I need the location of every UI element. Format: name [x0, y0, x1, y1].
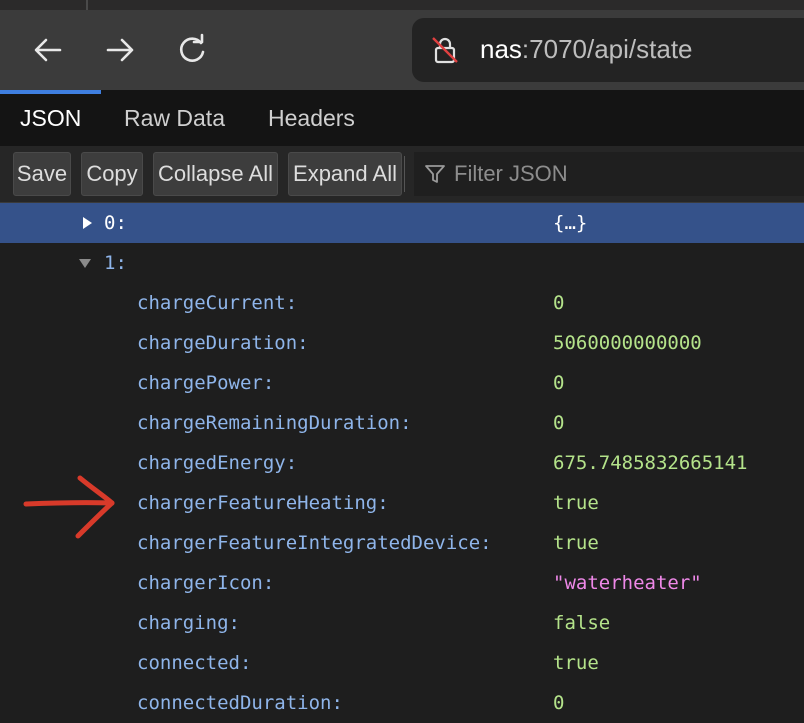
json-tree: 0: {…} 1: chargeCurrent: 0 chargeDuratio… — [0, 203, 804, 714]
tree-value: true — [553, 532, 599, 554]
tab-headers[interactable]: Headers — [248, 90, 375, 146]
expand-arrow-icon[interactable] — [80, 216, 94, 230]
copy-button[interactable]: Copy — [81, 152, 143, 196]
tree-key: chargedEnergy: — [137, 452, 298, 474]
tree-value: 0 — [553, 372, 565, 394]
filter-funnel-icon — [425, 165, 445, 183]
expand-all-button[interactable]: Expand All — [288, 152, 402, 196]
url-text: nas:7070/api/state — [480, 34, 693, 65]
tree-row[interactable]: charging: false — [0, 603, 804, 643]
tree-key: chargerFeatureIntegratedDevice: — [137, 532, 492, 554]
tree-value: false — [553, 612, 611, 634]
annotation-arrow-icon — [23, 475, 115, 539]
tree-key: chargerFeatureHeating: — [137, 492, 389, 514]
tree-key: chargeRemainingDuration: — [137, 412, 412, 434]
tree-key: chargeCurrent: — [137, 292, 298, 314]
tree-value: 0 — [553, 412, 565, 434]
tree-key: chargePower: — [137, 372, 275, 394]
tree-row[interactable]: connectedDuration: 0 — [0, 683, 804, 723]
tree-key: chargerIcon: — [137, 572, 275, 594]
tree-row[interactable]: chargeCurrent: 0 — [0, 283, 804, 323]
tab-json[interactable]: JSON — [0, 90, 101, 146]
tab-strip — [0, 0, 804, 10]
back-button[interactable] — [30, 32, 66, 68]
tree-row[interactable]: chargerFeatureIntegratedDevice: true — [0, 523, 804, 563]
tree-row[interactable]: chargerFeatureHeating: true — [0, 483, 804, 523]
back-arrow-icon — [34, 38, 62, 62]
tree-row-0[interactable]: 0: {…} — [0, 203, 804, 243]
address-bar[interactable]: nas:7070/api/state — [412, 18, 804, 82]
tree-value: 0 — [553, 692, 565, 714]
save-button[interactable]: Save — [13, 152, 71, 196]
tree-value: 5060000000000 — [553, 332, 702, 354]
url-path: :7070/api/state — [521, 34, 693, 64]
tree-key: 1: — [104, 252, 127, 274]
navigation-bar: nas:7070/api/state — [0, 10, 804, 90]
tree-row[interactable]: connected: true — [0, 643, 804, 683]
reload-icon — [179, 33, 205, 62]
forward-button[interactable] — [102, 32, 138, 68]
collapse-arrow-icon[interactable] — [78, 256, 92, 270]
tree-value: true — [553, 652, 599, 674]
tab-raw-data[interactable]: Raw Data — [104, 90, 245, 146]
filter-json-input[interactable]: Filter JSON — [414, 152, 804, 196]
tree-key: chargeDuration: — [137, 332, 309, 354]
tree-value: 675.7485832665141 — [553, 452, 748, 474]
tree-key: 0: — [104, 212, 127, 234]
json-toolbar: Save Copy Collapse All Expand All Filter… — [0, 146, 804, 203]
tree-row[interactable]: chargerIcon: "waterheater" — [0, 563, 804, 603]
reload-button[interactable] — [174, 32, 210, 68]
toolbar-separator — [404, 156, 405, 192]
tree-value: 0 — [553, 292, 565, 314]
tree-key: connected: — [137, 652, 252, 674]
collapse-all-button[interactable]: Collapse All — [153, 152, 278, 196]
tree-row[interactable]: chargeDuration: 5060000000000 — [0, 323, 804, 363]
filter-placeholder: Filter JSON — [454, 161, 568, 186]
viewer-tabs: JSON Raw Data Headers — [0, 90, 804, 146]
tree-row-1[interactable]: 1: — [0, 243, 804, 283]
tree-row[interactable]: chargePower: 0 — [0, 363, 804, 403]
insecure-lock-icon[interactable] — [430, 35, 460, 65]
tree-row[interactable]: chargedEnergy: 675.7485832665141 — [0, 443, 804, 483]
tree-value: "waterheater" — [553, 572, 702, 594]
tree-row[interactable]: chargeRemainingDuration: 0 — [0, 403, 804, 443]
tree-value: {…} — [553, 212, 588, 234]
tree-value: true — [553, 492, 599, 514]
url-host: nas — [480, 34, 522, 64]
forward-arrow-icon — [106, 38, 134, 62]
tree-key: charging: — [137, 612, 240, 634]
tree-key: connectedDuration: — [137, 692, 343, 714]
